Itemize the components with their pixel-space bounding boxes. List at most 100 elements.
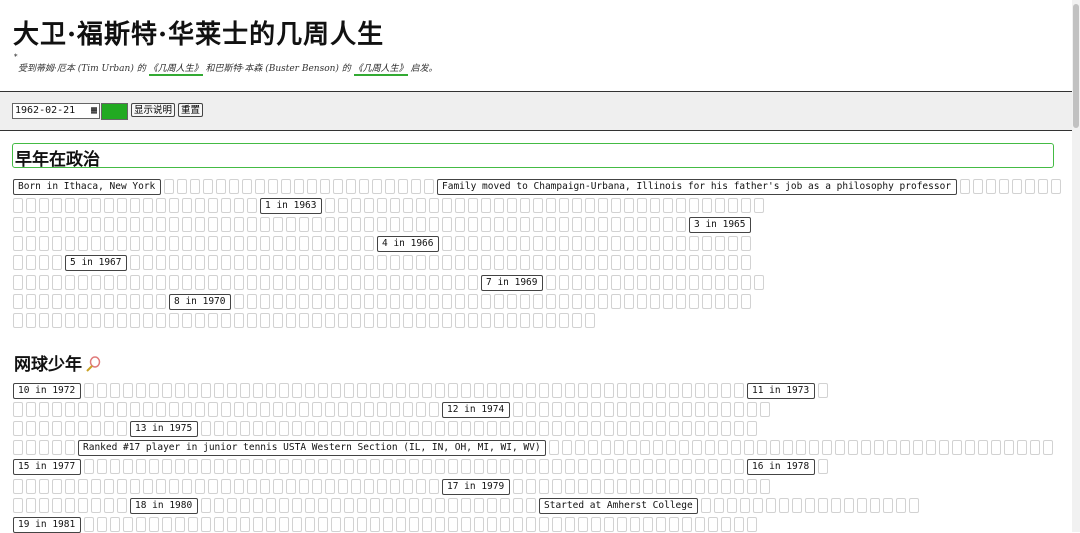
week-cell[interactable] bbox=[130, 312, 140, 328]
week-cell[interactable] bbox=[507, 236, 517, 252]
week-cell[interactable] bbox=[359, 179, 369, 194]
week-cell[interactable] bbox=[429, 274, 439, 290]
week-cell[interactable] bbox=[585, 312, 595, 328]
week-cell[interactable] bbox=[214, 497, 224, 513]
week-cell[interactable] bbox=[552, 402, 562, 418]
week-cell[interactable] bbox=[247, 293, 257, 309]
week-cell[interactable] bbox=[208, 478, 218, 494]
week-cell[interactable] bbox=[281, 179, 291, 194]
week-cell[interactable] bbox=[78, 402, 88, 418]
week-cell[interactable] bbox=[844, 497, 854, 513]
week-cell[interactable] bbox=[939, 440, 949, 456]
week-cell[interactable] bbox=[221, 217, 231, 233]
week-event-label[interactable]: 12 in 1974 bbox=[442, 402, 510, 419]
week-cell[interactable] bbox=[260, 293, 270, 309]
week-cell[interactable] bbox=[455, 217, 465, 233]
week-cell[interactable] bbox=[39, 312, 49, 328]
week-cell[interactable] bbox=[424, 179, 434, 194]
week-cell[interactable] bbox=[136, 516, 146, 532]
week-cell[interactable] bbox=[630, 383, 640, 398]
week-cell[interactable] bbox=[572, 217, 582, 233]
week-cell[interactable] bbox=[656, 478, 666, 494]
week-cell[interactable] bbox=[52, 312, 62, 328]
week-cell[interactable] bbox=[377, 255, 387, 271]
week-cell[interactable] bbox=[747, 516, 757, 532]
week-event-label[interactable]: 15 in 1977 bbox=[13, 459, 81, 476]
week-cell[interactable] bbox=[461, 459, 471, 475]
week-cell[interactable] bbox=[416, 274, 426, 290]
week-cell[interactable] bbox=[383, 421, 393, 437]
week-cell[interactable] bbox=[307, 179, 317, 194]
week-cell[interactable] bbox=[357, 497, 367, 513]
week-cell[interactable] bbox=[614, 440, 624, 456]
week-cell[interactable] bbox=[273, 255, 283, 271]
week-cell[interactable] bbox=[195, 312, 205, 328]
week-cell[interactable] bbox=[539, 478, 549, 494]
week-cell[interactable] bbox=[721, 459, 731, 475]
week-cell[interactable] bbox=[715, 293, 725, 309]
week-cell[interactable] bbox=[669, 402, 679, 418]
week-cell[interactable] bbox=[507, 312, 517, 328]
week-cell[interactable] bbox=[162, 516, 172, 532]
week-cell[interactable] bbox=[169, 402, 179, 418]
week-cell[interactable] bbox=[494, 198, 504, 214]
week-cell[interactable] bbox=[539, 516, 549, 532]
week-cell[interactable] bbox=[455, 293, 465, 309]
week-cell[interactable] bbox=[578, 402, 588, 418]
week-cell[interactable] bbox=[1051, 179, 1061, 194]
week-cell[interactable] bbox=[253, 421, 263, 437]
week-cell[interactable] bbox=[598, 274, 608, 290]
week-cell[interactable] bbox=[344, 459, 354, 475]
week-cell[interactable] bbox=[650, 293, 660, 309]
week-cell[interactable] bbox=[513, 478, 523, 494]
week-cell[interactable] bbox=[221, 255, 231, 271]
week-cell[interactable] bbox=[182, 402, 192, 418]
week-cell[interactable] bbox=[809, 440, 819, 456]
week-cell[interactable] bbox=[182, 198, 192, 214]
week-cell[interactable] bbox=[273, 236, 283, 252]
week-cell[interactable] bbox=[416, 255, 426, 271]
week-cell[interactable] bbox=[721, 402, 731, 418]
week-cell[interactable] bbox=[598, 255, 608, 271]
week-cell[interactable] bbox=[338, 236, 348, 252]
week-cell[interactable] bbox=[740, 497, 750, 513]
week-cell[interactable] bbox=[572, 198, 582, 214]
week-cell[interactable] bbox=[26, 440, 36, 456]
week-event-label[interactable]: Born in Ithaca, New York bbox=[13, 179, 161, 195]
week-cell[interactable] bbox=[546, 236, 556, 252]
week-cell[interactable] bbox=[318, 516, 328, 532]
week-cell[interactable] bbox=[390, 198, 400, 214]
week-cell[interactable] bbox=[526, 402, 536, 418]
week-cell[interactable] bbox=[539, 421, 549, 437]
week-cell[interactable] bbox=[390, 293, 400, 309]
week-cell[interactable] bbox=[195, 217, 205, 233]
week-cell[interactable] bbox=[182, 274, 192, 290]
week-cell[interactable] bbox=[611, 198, 621, 214]
week-cell[interactable] bbox=[13, 293, 23, 309]
week-cell[interactable] bbox=[318, 459, 328, 475]
week-cell[interactable] bbox=[669, 383, 679, 398]
week-cell[interactable] bbox=[331, 497, 341, 513]
week-cell[interactable] bbox=[656, 459, 666, 475]
week-cell[interactable] bbox=[559, 217, 569, 233]
week-cell[interactable] bbox=[370, 421, 380, 437]
week-cell[interactable] bbox=[741, 274, 751, 290]
week-cell[interactable] bbox=[624, 293, 634, 309]
week-cell[interactable] bbox=[39, 497, 49, 513]
week-cell[interactable] bbox=[221, 236, 231, 252]
week-event-label[interactable]: 4 in 1966 bbox=[377, 236, 439, 253]
week-cell[interactable] bbox=[156, 236, 166, 252]
week-cell[interactable] bbox=[234, 402, 244, 418]
week-cell[interactable] bbox=[305, 383, 315, 398]
week-cell[interactable] bbox=[182, 478, 192, 494]
week-cell[interactable] bbox=[208, 312, 218, 328]
week-cell[interactable] bbox=[757, 440, 767, 456]
week-cell[interactable] bbox=[357, 516, 367, 532]
week-cell[interactable] bbox=[513, 383, 523, 398]
week-cell[interactable] bbox=[468, 217, 478, 233]
week-cell[interactable] bbox=[526, 516, 536, 532]
week-cell[interactable] bbox=[507, 255, 517, 271]
week-cell[interactable] bbox=[520, 198, 530, 214]
week-cell[interactable] bbox=[357, 383, 367, 398]
week-cell[interactable] bbox=[435, 383, 445, 398]
